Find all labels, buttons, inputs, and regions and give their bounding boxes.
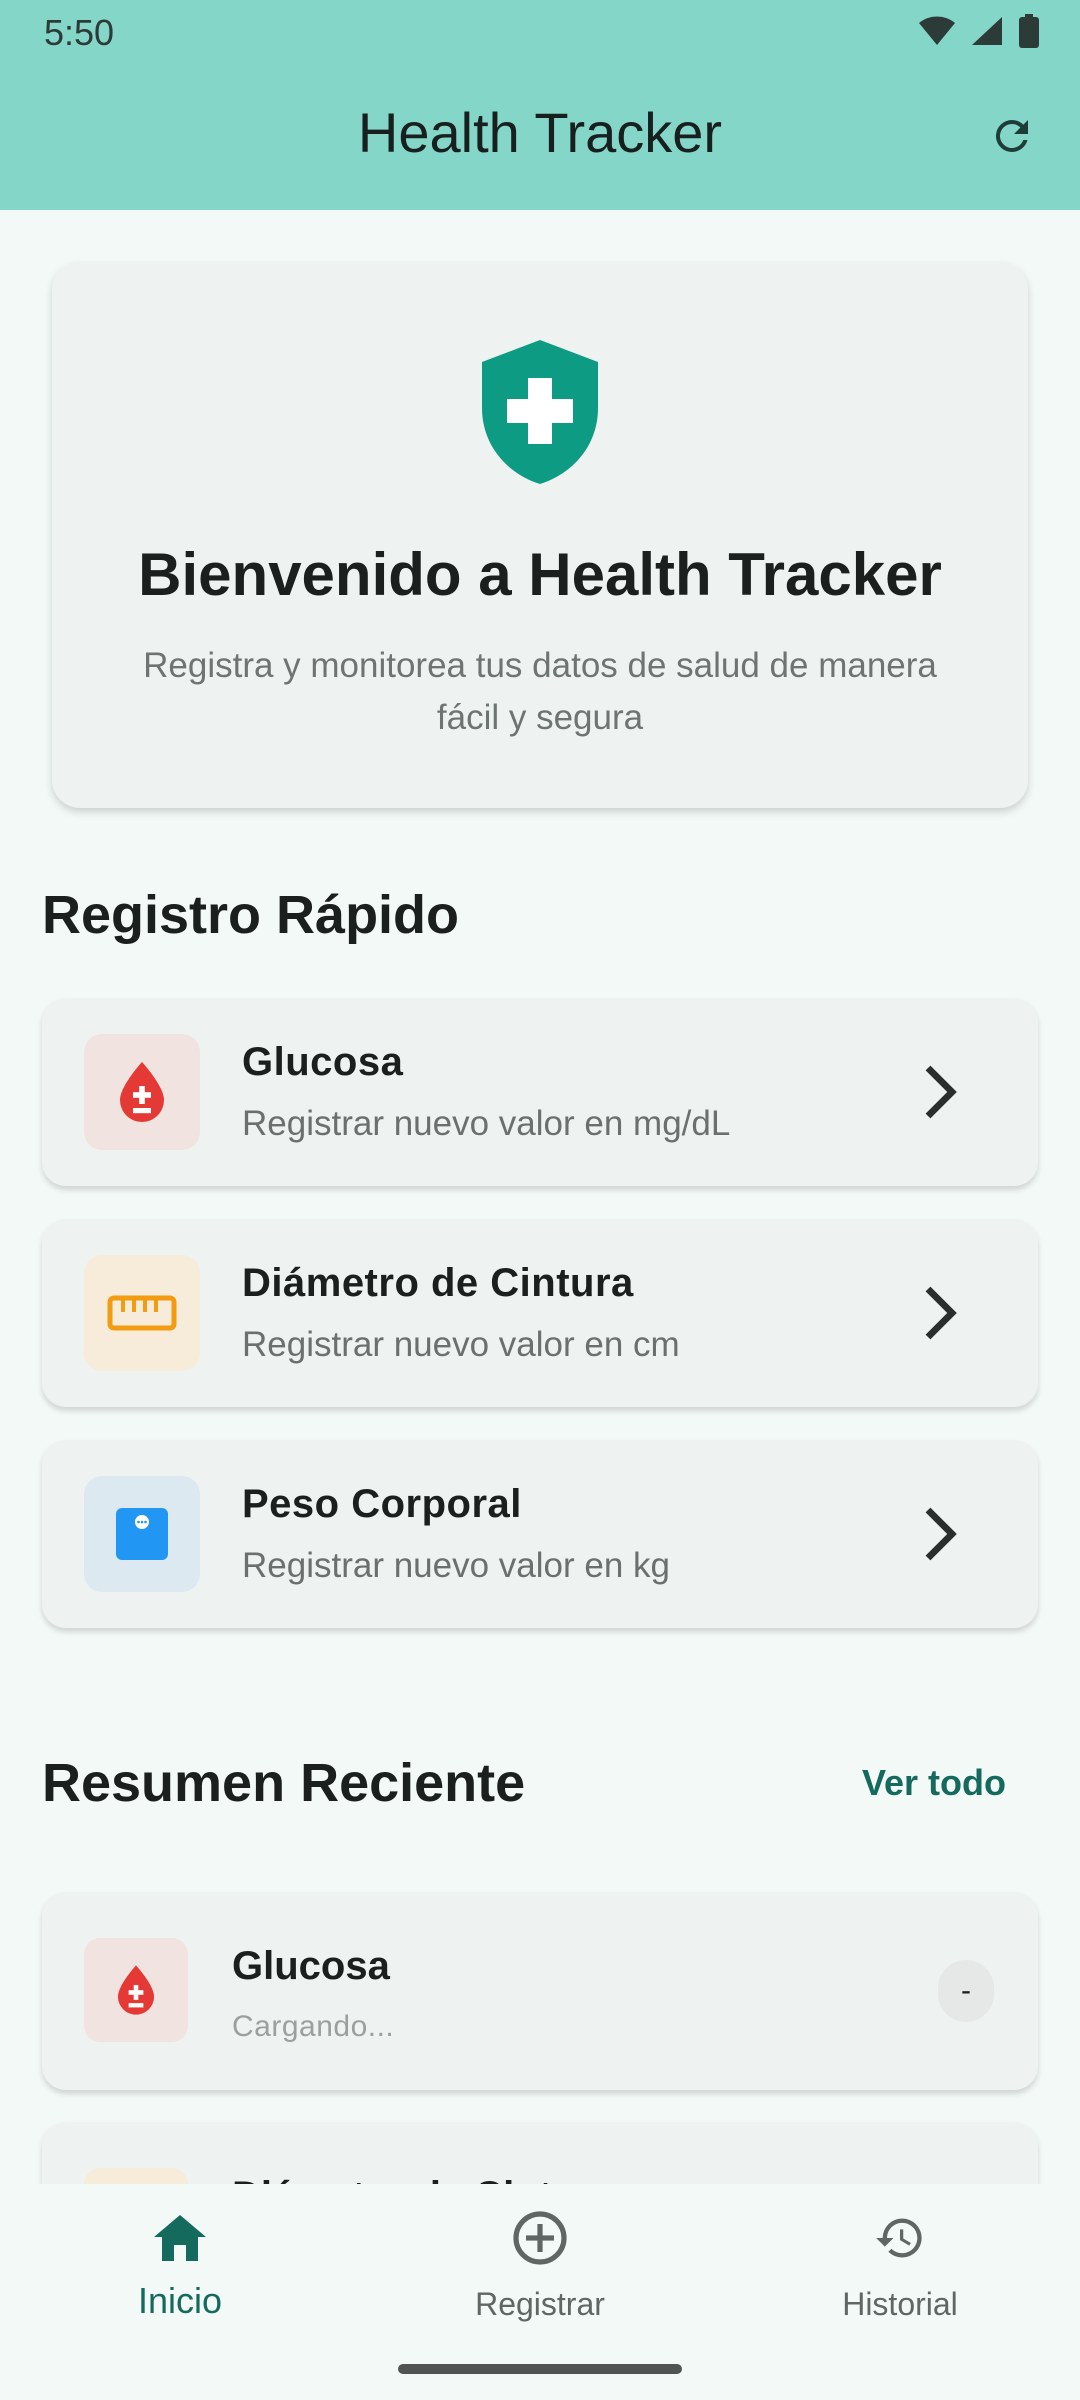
- scale-icon: [116, 1508, 168, 1560]
- welcome-title: Bienvenido a Health Tracker: [138, 541, 942, 608]
- signal-icon: [972, 17, 1002, 45]
- chevron-right-icon: [912, 1285, 968, 1341]
- quick-item-title: Glucosa: [242, 1040, 404, 1084]
- weight-icon-box: [84, 1476, 200, 1592]
- quick-item-title: Peso Corporal: [242, 1482, 522, 1526]
- wifi-icon: [919, 16, 955, 45]
- value-badge: -: [938, 1960, 994, 2022]
- recent-item-title: Glucosa: [232, 1944, 390, 1988]
- glucose-icon-box: [84, 1938, 188, 2042]
- waist-icon-box: [84, 1255, 200, 1371]
- nav-label: Historial: [842, 2286, 958, 2322]
- quick-item-subtitle: Registrar nuevo valor en mg/dL: [242, 1104, 731, 1143]
- quick-item-glucose[interactable]: Glucosa Registrar nuevo valor en mg/dL: [42, 998, 1038, 1186]
- nav-label: Registrar: [475, 2286, 605, 2322]
- quick-item-waist[interactable]: Diámetro de Cintura Registrar nuevo valo…: [42, 1219, 1038, 1407]
- status-icons: [918, 14, 1040, 48]
- nav-item-register[interactable]: Registrar: [360, 2184, 720, 2364]
- nav-label: Inicio: [137, 2280, 223, 2321]
- nav-item-history[interactable]: Historial: [720, 2184, 1080, 2364]
- app-title: Health Tracker: [357, 101, 723, 164]
- blood-drop-icon: [117, 1965, 155, 2015]
- chevron-right-icon: [912, 1064, 968, 1120]
- home-icon: [148, 2206, 212, 2270]
- nav-item-home[interactable]: Inicio: [0, 2184, 360, 2364]
- see-all-link[interactable]: Ver todo: [862, 1762, 1006, 1804]
- home-indicator: [398, 2364, 682, 2374]
- recent-item-glucose[interactable]: Glucosa Cargando... -: [42, 1892, 1038, 2090]
- add-circle-icon: [508, 2206, 572, 2270]
- quick-item-title: Diámetro de Cintura: [242, 1261, 634, 1305]
- blood-drop-icon: [120, 1062, 164, 1122]
- quick-item-weight[interactable]: Peso Corporal Registrar nuevo valor en k…: [42, 1440, 1038, 1628]
- history-icon: [868, 2206, 932, 2270]
- recent-item-status: Cargando...: [232, 2010, 395, 2043]
- refresh-button[interactable]: [982, 106, 1042, 166]
- shield-plus-icon: [482, 340, 598, 484]
- ruler-icon: [107, 1295, 177, 1331]
- refresh-icon: [995, 119, 1028, 152]
- recent-summary-title: Resumen Reciente: [42, 1753, 526, 1813]
- quick-item-subtitle: Registrar nuevo valor en kg: [242, 1546, 670, 1585]
- quick-register-title: Registro Rápido: [42, 885, 460, 945]
- welcome-card: Bienvenido a Health Tracker Registra y m…: [52, 262, 1028, 808]
- welcome-subtitle: Registra y monitorea tus datos de salud …: [143, 646, 937, 737]
- glucose-icon-box: [84, 1034, 200, 1150]
- app-bar: 5:50 Health Tracker: [0, 0, 1080, 210]
- status-time: 5:50: [44, 12, 115, 53]
- quick-item-subtitle: Registrar nuevo valor en cm: [242, 1325, 680, 1364]
- battery-icon: [1019, 14, 1039, 48]
- chevron-right-icon: [912, 1506, 968, 1562]
